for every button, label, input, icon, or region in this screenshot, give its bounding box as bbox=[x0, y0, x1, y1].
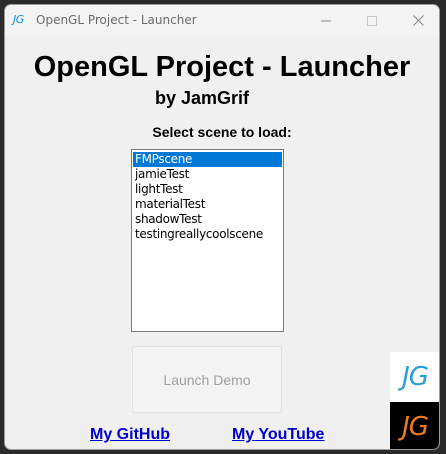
maximize-icon bbox=[367, 15, 377, 26]
page-title: OpenGL Project - Launcher bbox=[33, 51, 411, 83]
app-logo-icon: JG bbox=[13, 13, 24, 26]
youtube-link[interactable]: My YouTube bbox=[232, 425, 324, 445]
launch-demo-button[interactable]: Launch Demo bbox=[132, 346, 282, 413]
close-icon bbox=[412, 15, 424, 26]
scene-listbox[interactable]: FMPscene jamieTest lightTest materialTes… bbox=[131, 149, 284, 332]
minimize-button[interactable] bbox=[303, 5, 349, 36]
scene-item-jamietest[interactable]: jamieTest bbox=[133, 167, 282, 182]
scene-item-fmpscene[interactable]: FMPscene bbox=[133, 152, 282, 167]
window-title: OpenGL Project - Launcher bbox=[36, 13, 197, 27]
scene-item-materialtest[interactable]: materialTest bbox=[133, 197, 282, 212]
jg-logo-dark: JG bbox=[390, 402, 439, 449]
maximize-button[interactable] bbox=[349, 5, 395, 36]
close-button[interactable] bbox=[395, 5, 439, 36]
minimize-icon bbox=[321, 20, 331, 21]
github-link[interactable]: My GitHub bbox=[90, 425, 170, 445]
launcher-content: OpenGL Project - Launcher by JamGrif Sel… bbox=[5, 36, 439, 449]
jg-logo-light-text: JG bbox=[402, 362, 429, 392]
jg-logo-light: JG bbox=[390, 352, 439, 402]
scene-item-testingreallycoolscene[interactable]: testingreallycoolscene bbox=[133, 227, 282, 242]
scene-select-label: Select scene to load: bbox=[152, 124, 292, 140]
jg-logo-dark-text: JG bbox=[402, 412, 429, 442]
author-byline: by JamGrif bbox=[155, 88, 250, 108]
scene-item-shadowtest[interactable]: shadowTest bbox=[133, 212, 282, 227]
launcher-window: JG OpenGL Project - Launcher OpenGL Proj… bbox=[4, 4, 440, 450]
title-bar[interactable]: JG OpenGL Project - Launcher bbox=[5, 5, 439, 36]
scene-item-lighttest[interactable]: lightTest bbox=[133, 182, 282, 197]
